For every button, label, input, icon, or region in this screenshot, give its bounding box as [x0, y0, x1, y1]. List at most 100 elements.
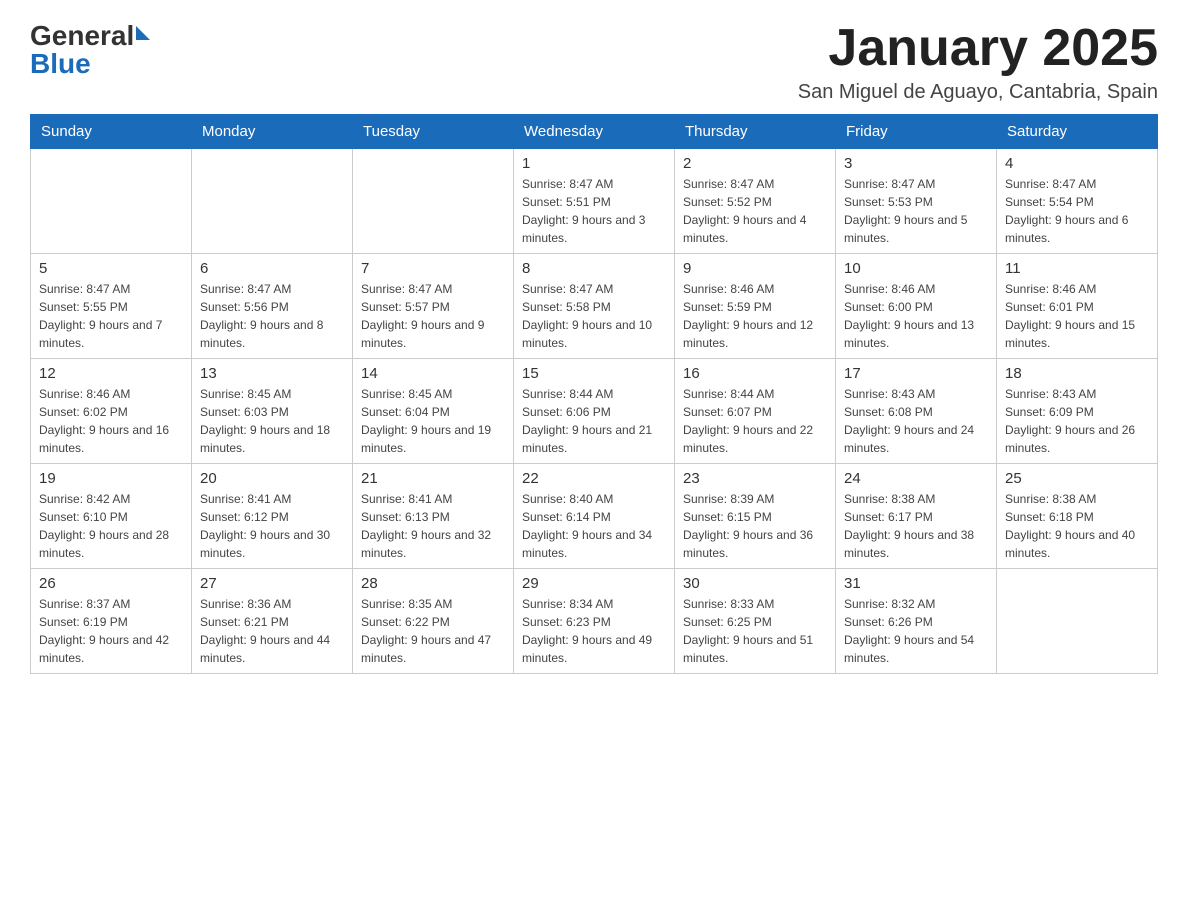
day-info: Sunrise: 8:37 AMSunset: 6:19 PMDaylight:… — [39, 595, 183, 667]
day-number: 24 — [844, 470, 988, 487]
calendar-day-cell: 14 Sunrise: 8:45 AMSunset: 6:04 PMDayligh… — [353, 359, 514, 464]
weekday-header-cell: Tuesday — [353, 115, 514, 149]
day-info: Sunrise: 8:46 AMSunset: 5:59 PMDaylight:… — [683, 280, 827, 352]
weekday-header-cell: Thursday — [675, 115, 836, 149]
weekday-header-cell: Friday — [836, 115, 997, 149]
day-number: 11 — [1005, 260, 1149, 277]
calendar-week-row: 1 Sunrise: 8:47 AMSunset: 5:51 PMDaylight… — [31, 149, 1158, 254]
day-number: 6 — [200, 260, 344, 277]
day-number: 13 — [200, 365, 344, 382]
day-number: 8 — [522, 260, 666, 277]
day-number: 27 — [200, 575, 344, 592]
day-number: 12 — [39, 365, 183, 382]
calendar-day-cell: 1 Sunrise: 8:47 AMSunset: 5:51 PMDaylight… — [514, 149, 675, 254]
day-info: Sunrise: 8:38 AMSunset: 6:18 PMDaylight:… — [1005, 490, 1149, 562]
day-info: Sunrise: 8:45 AMSunset: 6:04 PMDaylight:… — [361, 385, 505, 457]
calendar-day-cell — [997, 569, 1158, 674]
day-number: 25 — [1005, 470, 1149, 487]
calendar-day-cell: 13 Sunrise: 8:45 AMSunset: 6:03 PMDayligh… — [192, 359, 353, 464]
calendar-day-cell: 22Sunrise: 8:40 AMSunset: 6:14 PMDayligh… — [514, 464, 675, 569]
day-info: Sunrise: 8:43 AMSunset: 6:09 PMDaylight:… — [1005, 385, 1149, 457]
day-info: Sunrise: 8:46 AMSunset: 6:02 PMDaylight:… — [39, 385, 183, 457]
day-info: Sunrise: 8:47 AMSunset: 5:53 PMDaylight:… — [844, 175, 988, 247]
calendar-table: SundayMondayTuesdayWednesdayThursdayFrid… — [30, 114, 1158, 674]
day-info: Sunrise: 8:35 AMSunset: 6:22 PMDaylight:… — [361, 595, 505, 667]
day-info: Sunrise: 8:47 AMSunset: 5:58 PMDaylight:… — [522, 280, 666, 352]
day-number: 15 — [522, 365, 666, 382]
calendar-week-row: 12 Sunrise: 8:46 AMSunset: 6:02 PMDayligh… — [31, 359, 1158, 464]
day-number: 31 — [844, 575, 988, 592]
weekday-header-cell: Sunday — [31, 115, 192, 149]
day-info: Sunrise: 8:46 AMSunset: 6:00 PMDaylight:… — [844, 280, 988, 352]
calendar-day-cell: 25 Sunrise: 8:38 AMSunset: 6:18 PMDayligh… — [997, 464, 1158, 569]
day-info: Sunrise: 8:47 AMSunset: 5:51 PMDaylight:… — [522, 175, 666, 247]
calendar-day-cell — [353, 149, 514, 254]
calendar-day-cell: 18 Sunrise: 8:43 AMSunset: 6:09 PMDayligh… — [997, 359, 1158, 464]
day-info: Sunrise: 8:41 AMSunset: 6:13 PMDaylight:… — [361, 490, 505, 562]
day-number: 7 — [361, 260, 505, 277]
calendar-day-cell: 30Sunrise: 8:33 AMSunset: 6:25 PMDayligh… — [675, 569, 836, 674]
calendar-day-cell: 17 Sunrise: 8:43 AMSunset: 6:08 PMDayligh… — [836, 359, 997, 464]
day-number: 20 — [200, 470, 344, 487]
day-info: Sunrise: 8:47 AMSunset: 5:54 PMDaylight:… — [1005, 175, 1149, 247]
day-info: Sunrise: 8:42 AMSunset: 6:10 PMDaylight:… — [39, 490, 183, 562]
calendar-day-cell — [31, 149, 192, 254]
calendar-day-cell: 7 Sunrise: 8:47 AMSunset: 5:57 PMDaylight… — [353, 254, 514, 359]
day-number: 22 — [522, 470, 666, 487]
day-info: Sunrise: 8:32 AMSunset: 6:26 PMDaylight:… — [844, 595, 988, 667]
weekday-header-cell: Wednesday — [514, 115, 675, 149]
day-info: Sunrise: 8:47 AMSunset: 5:56 PMDaylight:… — [200, 280, 344, 352]
calendar-day-cell: 10 Sunrise: 8:46 AMSunset: 6:00 PMDayligh… — [836, 254, 997, 359]
day-number: 4 — [1005, 155, 1149, 172]
logo: General Blue — [30, 20, 150, 80]
day-number: 5 — [39, 260, 183, 277]
weekday-header-row: SundayMondayTuesdayWednesdayThursdayFrid… — [31, 115, 1158, 149]
calendar-day-cell: 24 Sunrise: 8:38 AMSunset: 6:17 PMDayligh… — [836, 464, 997, 569]
day-number: 14 — [361, 365, 505, 382]
title-section: January 2025 San Miguel de Aguayo, Canta… — [798, 20, 1158, 104]
day-info: Sunrise: 8:47 AMSunset: 5:55 PMDaylight:… — [39, 280, 183, 352]
day-number: 3 — [844, 155, 988, 172]
day-number: 17 — [844, 365, 988, 382]
day-info: Sunrise: 8:45 AMSunset: 6:03 PMDaylight:… — [200, 385, 344, 457]
day-number: 23 — [683, 470, 827, 487]
calendar-day-cell: 20Sunrise: 8:41 AMSunset: 6:12 PMDayligh… — [192, 464, 353, 569]
day-info: Sunrise: 8:47 AMSunset: 5:57 PMDaylight:… — [361, 280, 505, 352]
calendar-day-cell: 21 Sunrise: 8:41 AMSunset: 6:13 PMDayligh… — [353, 464, 514, 569]
day-number: 28 — [361, 575, 505, 592]
calendar-day-cell: 8 Sunrise: 8:47 AMSunset: 5:58 PMDaylight… — [514, 254, 675, 359]
logo-blue: Blue — [30, 48, 91, 80]
day-info: Sunrise: 8:36 AMSunset: 6:21 PMDaylight:… — [200, 595, 344, 667]
calendar-day-cell: 9 Sunrise: 8:46 AMSunset: 5:59 PMDaylight… — [675, 254, 836, 359]
calendar-day-cell: 27 Sunrise: 8:36 AMSunset: 6:21 PMDayligh… — [192, 569, 353, 674]
weekday-header-cell: Saturday — [997, 115, 1158, 149]
day-number: 2 — [683, 155, 827, 172]
calendar-title: January 2025 — [798, 20, 1158, 77]
day-number: 9 — [683, 260, 827, 277]
day-number: 10 — [844, 260, 988, 277]
calendar-week-row: 26 Sunrise: 8:37 AMSunset: 6:19 PMDayligh… — [31, 569, 1158, 674]
weekday-header-cell: Monday — [192, 115, 353, 149]
day-info: Sunrise: 8:43 AMSunset: 6:08 PMDaylight:… — [844, 385, 988, 457]
day-info: Sunrise: 8:38 AMSunset: 6:17 PMDaylight:… — [844, 490, 988, 562]
calendar-body: 1 Sunrise: 8:47 AMSunset: 5:51 PMDaylight… — [31, 149, 1158, 674]
day-info: Sunrise: 8:46 AMSunset: 6:01 PMDaylight:… — [1005, 280, 1149, 352]
day-number: 26 — [39, 575, 183, 592]
calendar-day-cell: 3 Sunrise: 8:47 AMSunset: 5:53 PMDaylight… — [836, 149, 997, 254]
day-number: 1 — [522, 155, 666, 172]
day-info: Sunrise: 8:39 AMSunset: 6:15 PMDaylight:… — [683, 490, 827, 562]
day-number: 18 — [1005, 365, 1149, 382]
calendar-week-row: 5 Sunrise: 8:47 AMSunset: 5:55 PMDaylight… — [31, 254, 1158, 359]
logo-arrow-icon — [136, 26, 150, 40]
day-info: Sunrise: 8:44 AMSunset: 6:06 PMDaylight:… — [522, 385, 666, 457]
calendar-day-cell: 2 Sunrise: 8:47 AMSunset: 5:52 PMDaylight… — [675, 149, 836, 254]
page-header: General Blue January 2025 San Miguel de … — [30, 20, 1158, 104]
calendar-day-cell: 28 Sunrise: 8:35 AMSunset: 6:22 PMDayligh… — [353, 569, 514, 674]
day-info: Sunrise: 8:47 AMSunset: 5:52 PMDaylight:… — [683, 175, 827, 247]
calendar-day-cell: 4 Sunrise: 8:47 AMSunset: 5:54 PMDaylight… — [997, 149, 1158, 254]
calendar-day-cell: 5 Sunrise: 8:47 AMSunset: 5:55 PMDaylight… — [31, 254, 192, 359]
calendar-day-cell: 23 Sunrise: 8:39 AMSunset: 6:15 PMDayligh… — [675, 464, 836, 569]
day-number: 21 — [361, 470, 505, 487]
calendar-day-cell — [192, 149, 353, 254]
calendar-day-cell: 12 Sunrise: 8:46 AMSunset: 6:02 PMDayligh… — [31, 359, 192, 464]
